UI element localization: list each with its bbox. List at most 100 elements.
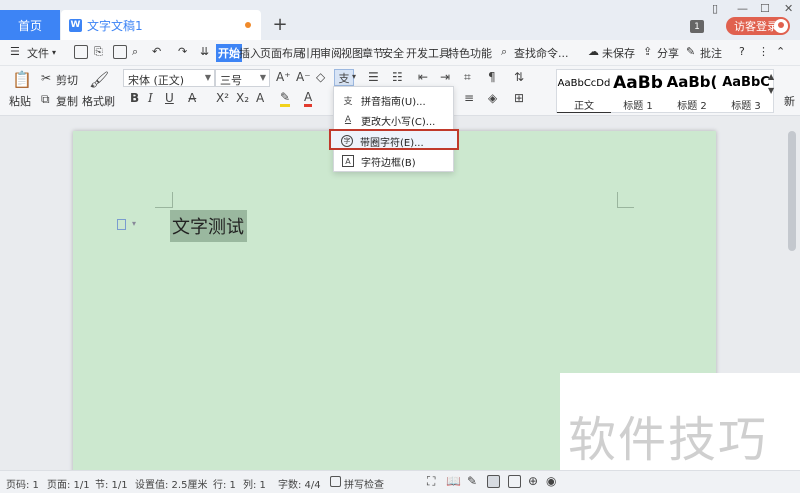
copy-button[interactable]: 复制 [56, 93, 78, 109]
paragraph-handle-icon[interactable] [117, 219, 126, 230]
italic-icon[interactable]: I [148, 91, 153, 105]
font-color-icon[interactable]: A [304, 90, 313, 107]
menu-page-layout[interactable]: 页面布局 [260, 45, 304, 61]
style-heading-1[interactable]: AaBb 标题 1 [611, 70, 665, 114]
bold-icon[interactable]: B [130, 91, 139, 105]
numbered-list-icon[interactable]: ☷ [392, 70, 403, 84]
page-view-icon[interactable] [487, 475, 500, 488]
menu-view[interactable]: 视图 [341, 45, 363, 61]
menu-security[interactable]: 安全 [382, 45, 404, 61]
status-pages[interactable]: 页面: 1/1 [47, 476, 90, 491]
print-icon[interactable] [113, 45, 127, 59]
more-icon[interactable]: ⋮ [758, 45, 769, 58]
status-setting[interactable]: 设置值: 2.5厘米 [135, 476, 207, 491]
collapse-ribbon-icon[interactable]: ⌃ [776, 45, 785, 58]
save-icon[interactable] [74, 45, 88, 59]
paste-icon[interactable]: 📋 [12, 70, 32, 89]
format-painter-icon[interactable]: 🖌 [89, 70, 109, 89]
share-button[interactable]: 分享 [657, 45, 679, 61]
tab-home[interactable]: 首页 [0, 10, 60, 40]
style-scroll-down-icon[interactable]: ▼ [768, 86, 774, 95]
clear-format-icon[interactable]: ◇ [316, 70, 325, 84]
menu-file[interactable]: 文件 [27, 45, 49, 61]
menu-item-enclosed-characters[interactable]: 字 带圈字符(E)... [329, 129, 459, 150]
web-view-icon[interactable]: ⊕ [528, 474, 538, 488]
search-command[interactable]: 查找命令... [514, 45, 569, 61]
scissors-icon[interactable]: ✂ [41, 71, 51, 85]
underline-icon[interactable]: U [165, 91, 174, 105]
pen-icon[interactable]: ✎ [467, 474, 477, 488]
font-size-select[interactable]: 三号 ▼ [215, 69, 270, 87]
cut-button[interactable]: 剪切 [56, 72, 78, 88]
chinese-layout-icon[interactable]: ⌗ [464, 70, 471, 85]
menu-developer-tools[interactable]: 开发工具 [406, 45, 450, 61]
increase-indent-icon[interactable]: ⇥ [440, 70, 450, 84]
format-painter-button[interactable]: 格式刷 [82, 93, 115, 109]
status-column[interactable]: 列: 1 [243, 476, 266, 491]
new-style-button[interactable]: 新 [784, 93, 795, 109]
menu-section[interactable]: 章节 [362, 45, 384, 61]
new-tab-button[interactable]: + [270, 14, 290, 35]
close-window-icon[interactable]: ✕ [784, 2, 793, 15]
border-icon[interactable]: ⊞ [514, 91, 524, 105]
menu-special-features[interactable]: 特色功能 [448, 45, 492, 61]
menu-references[interactable]: 引用 [299, 45, 321, 61]
shrink-font-icon[interactable]: A⁻ [296, 70, 311, 84]
grow-font-icon[interactable]: A⁺ [276, 70, 291, 84]
font-name-select[interactable]: 宋体 (正文) ▼ [123, 69, 215, 87]
style-normal[interactable]: AaBbCcDd 正文 [557, 70, 611, 114]
show-marks-icon[interactable]: ¶ [488, 70, 496, 84]
maximize-icon[interactable]: ☐ [760, 2, 770, 15]
bullet-list-icon[interactable]: ☰ [368, 70, 379, 84]
reading-mode-icon[interactable]: 📖 [446, 474, 461, 488]
style-heading-2[interactable]: AaBb( 标题 2 [665, 70, 719, 114]
paste-button[interactable]: 粘贴 [9, 93, 31, 109]
shading-icon[interactable]: ◈ [488, 91, 497, 105]
menu-item-character-border[interactable]: A 字符边框(B) [334, 151, 453, 171]
chevron-down-icon[interactable]: ▾ [132, 219, 136, 228]
comment-button[interactable]: 批注 [700, 45, 722, 61]
superscript-icon[interactable]: X² [216, 91, 229, 105]
guest-login-button[interactable]: 访客登录 [726, 17, 790, 35]
layout-icon[interactable]: ▯ [712, 2, 718, 15]
chevron-down-icon[interactable]: ▾ [352, 72, 356, 81]
style-scroll-up-icon[interactable]: ▲ [768, 72, 774, 81]
status-row[interactable]: 行: 1 [213, 476, 236, 491]
export-icon[interactable]: ⎘ [94, 45, 103, 59]
selected-text[interactable]: 文字测试 [170, 210, 247, 242]
spell-check-button[interactable]: 拼写检查 [344, 476, 384, 491]
chevron-down-icon[interactable]: ▾ [52, 48, 56, 57]
highlight-icon[interactable]: ✎ [280, 90, 291, 107]
status-section[interactable]: 节: 1/1 [95, 476, 128, 491]
tab-document[interactable]: W 文字文稿1 [61, 10, 261, 40]
window-count-badge[interactable]: 1 [690, 20, 704, 33]
fullscreen-icon[interactable]: ⛶ [427, 474, 435, 489]
status-page[interactable]: 页码: 1 [6, 476, 39, 491]
undo-icon[interactable]: ↶ [152, 45, 161, 58]
subscript-icon[interactable]: X₂ [236, 91, 249, 105]
eye-protection-icon[interactable]: ◉ [546, 474, 556, 488]
strikethrough-icon[interactable]: A̶ [188, 91, 196, 105]
help-icon[interactable]: ? [739, 45, 745, 58]
menu-item-phonetic-guide[interactable]: 支 拼音指南(U)... [334, 90, 453, 110]
menu-insert[interactable]: 插入 [239, 45, 261, 61]
search-icon[interactable]: ⌕ [501, 45, 507, 59]
text-effect-icon[interactable]: A [256, 91, 264, 105]
style-heading-3[interactable]: AaBbC 标题 3 [719, 70, 773, 114]
spell-check-icon[interactable] [330, 476, 341, 487]
minimize-icon[interactable]: — [737, 2, 748, 15]
status-word-count[interactable]: 字数: 4/4 [278, 476, 321, 491]
customize-arrow-icon[interactable]: ⇊ [200, 45, 209, 58]
unsaved-status[interactable]: 未保存 [602, 45, 635, 61]
redo-icon[interactable]: ↷ [178, 45, 187, 58]
menu-review[interactable]: 审阅 [320, 45, 342, 61]
line-spacing-icon[interactable]: ≡ [464, 91, 474, 105]
copy-icon[interactable]: ⧉ [41, 92, 50, 107]
outline-view-icon[interactable] [508, 475, 521, 488]
hamburger-icon[interactable]: ☰ [10, 45, 20, 58]
menu-item-change-case[interactable]: A 更改大小写(C)... [334, 110, 453, 130]
print-preview-icon[interactable]: ⌕ [132, 45, 138, 59]
decrease-indent-icon[interactable]: ⇤ [418, 70, 428, 84]
phonetic-guide-button-icon[interactable]: 支 [334, 69, 354, 86]
sort-icon[interactable]: ⇅ [514, 70, 524, 84]
